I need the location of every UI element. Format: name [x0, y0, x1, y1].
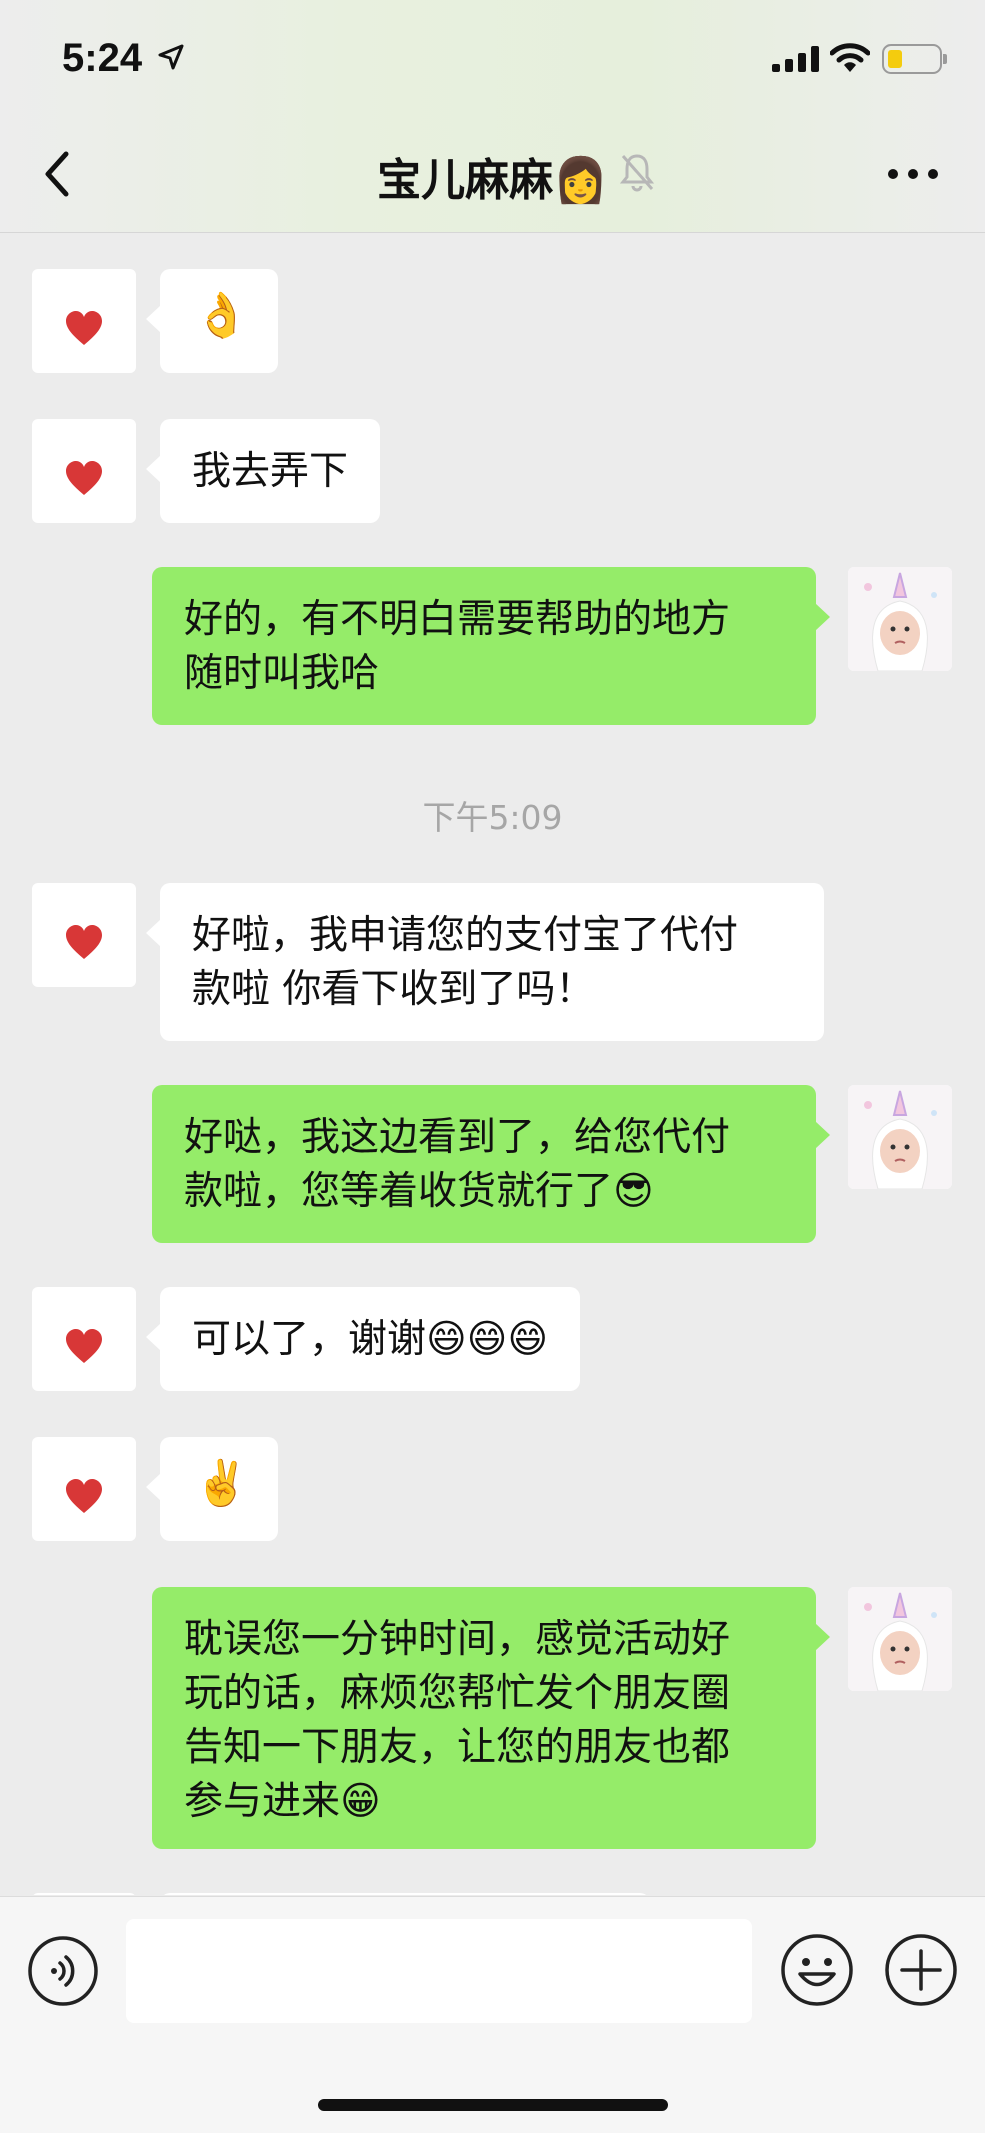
- contact-avatar[interactable]: [32, 419, 136, 523]
- message-timestamp: 下午5:09: [422, 798, 563, 837]
- message-bubble-partial: [160, 1893, 650, 1895]
- unicorn-girl-avatar-icon: [848, 567, 952, 671]
- message-line: 款啦 你看下收到了吗！: [192, 967, 595, 1012]
- message-line: 好的，有不明白需要帮助的地方: [184, 597, 731, 642]
- message-input[interactable]: [126, 1919, 752, 2023]
- message-bubble-right[interactable]: 好的，有不明白需要帮助的地方 随时叫我哈: [152, 567, 830, 725]
- message-line: 玩的话，麻烦您帮忙发个朋友圈: [184, 1671, 731, 1716]
- heart-icon: [66, 461, 102, 495]
- heart-icon: [66, 311, 102, 345]
- contact-avatar[interactable]: [32, 883, 136, 987]
- contact-avatar[interactable]: [32, 1287, 136, 1391]
- chat-area[interactable]: 👌 我去弄下 好的，有不明白需要帮助的地方 随时叫我哈 下午5:09 好啦，我申…: [0, 233, 985, 1895]
- battery-icon: [882, 44, 947, 74]
- message-bubble-left[interactable]: 可以了，谢谢😄😄😄: [146, 1287, 580, 1391]
- wifi-icon: [830, 43, 870, 72]
- plus-icon[interactable]: [884, 1933, 958, 2007]
- self-avatar[interactable]: [848, 567, 952, 671]
- chat-title[interactable]: 宝儿麻麻👩: [377, 156, 608, 205]
- heart-icon: [66, 1329, 102, 1363]
- message-bubble-left[interactable]: 我去弄下: [145, 419, 381, 523]
- status-time: 5:24: [62, 36, 143, 80]
- message-line: 款啦，您等着收货就行了😎: [184, 1169, 654, 1214]
- more-dots-icon[interactable]: [886, 160, 940, 188]
- unicorn-girl-avatar-icon: [848, 1085, 952, 1189]
- message-bubble-left[interactable]: 好啦，我申请您的支付宝了代付 款啦 你看下收到了吗！: [146, 883, 824, 1041]
- heart-icon: [66, 925, 102, 959]
- location-arrow-icon: [158, 44, 184, 70]
- signal-icon: [772, 46, 819, 72]
- contact-avatar-partial: [32, 1893, 136, 1895]
- message-bubble-right[interactable]: 好哒，我这边看到了，给您代付 款啦，您等着收货就行了😎: [152, 1085, 830, 1243]
- message-line: 参与进来😁: [184, 1779, 381, 1824]
- message-bubble-left[interactable]: ✌️: [146, 1437, 278, 1541]
- message-line: 告知一下朋友，让您的朋友也都: [184, 1725, 731, 1770]
- top-bar: 5:24 宝儿麻麻👩: [0, 0, 985, 233]
- message-bubble-left[interactable]: 👌: [146, 269, 278, 373]
- message-line: 随时叫我哈: [184, 651, 380, 696]
- message-line: 耽误您一分钟时间，感觉活动好: [184, 1617, 731, 1662]
- input-bar: [0, 1896, 985, 2133]
- chat-title-wrap: 宝儿麻麻👩: [0, 144, 985, 208]
- unicorn-girl-avatar-icon: [848, 1587, 952, 1691]
- contact-avatar[interactable]: [32, 269, 136, 373]
- message-bubble-right[interactable]: 耽误您一分钟时间，感觉活动好 玩的话，麻烦您帮忙发个朋友圈 告知一下朋友，让您的…: [152, 1587, 830, 1849]
- heart-icon: [66, 1479, 102, 1513]
- contact-avatar[interactable]: [32, 1437, 136, 1541]
- muted-bell-icon: [619, 154, 655, 192]
- home-indicator: [318, 2099, 668, 2111]
- self-avatar[interactable]: [848, 1587, 952, 1691]
- voice-icon[interactable]: [27, 1935, 99, 2007]
- message-line: 好哒，我这边看到了，给您代付: [184, 1115, 731, 1160]
- emoji-icon[interactable]: [780, 1933, 854, 2007]
- self-avatar[interactable]: [848, 1085, 952, 1189]
- message-line: 好啦，我申请您的支付宝了代付: [192, 913, 739, 958]
